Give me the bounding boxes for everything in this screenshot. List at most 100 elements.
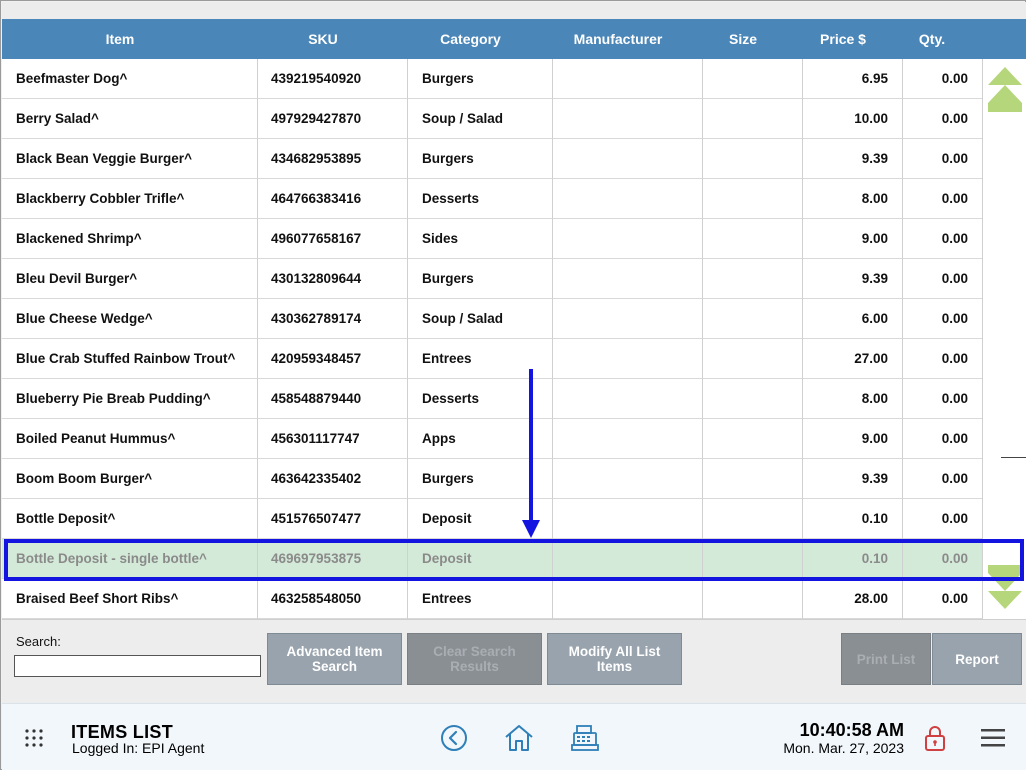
cell-sku: 430362789174	[271, 311, 362, 326]
cell-item: Beefmaster Dog^	[16, 71, 128, 86]
col-header-size[interactable]: Size	[693, 19, 793, 59]
scroll-up-button[interactable]	[983, 63, 1026, 113]
cell-manufacturer	[562, 379, 702, 419]
cell-size	[712, 139, 802, 179]
table-row[interactable]: Beefmaster Dog^ 439219540920 Burgers 6.95 0.…	[2, 59, 982, 99]
register-button[interactable]	[570, 723, 600, 758]
col-header-category[interactable]: Category	[398, 19, 543, 59]
cell-sku: 420959348457	[271, 351, 362, 366]
print-list-button[interactable]: Print List	[841, 633, 931, 685]
table-row[interactable]: Blue Cheese Wedge^ 430362789174 Soup / Sal…	[2, 299, 982, 339]
cell-item: Bottle Deposit^	[16, 511, 116, 526]
app-window: Item SKU Category Manufacturer Size Pric…	[0, 0, 1026, 770]
cell-size	[712, 179, 802, 219]
cell-price: 9.00	[861, 231, 888, 246]
cell-price: 9.39	[861, 471, 888, 486]
col-header-manufacturer[interactable]: Manufacturer	[543, 19, 693, 59]
clear-search-results-button[interactable]: Clear Search Results	[407, 633, 542, 685]
cell-item: Blue Cheese Wedge^	[16, 311, 153, 326]
cell-qty: 0.00	[941, 71, 968, 86]
scroll-thumb-marker[interactable]	[1001, 457, 1026, 458]
search-label: Search:	[16, 634, 61, 649]
cell-manufacturer	[562, 259, 702, 299]
cell-size	[712, 579, 802, 619]
col-header-qty[interactable]: Qty.	[892, 19, 972, 59]
cell-item: Bleu Devil Burger^	[16, 271, 138, 286]
cell-qty: 0.00	[941, 311, 968, 326]
cell-sku: 463642335402	[271, 471, 362, 486]
cell-category: Entrees	[422, 591, 472, 606]
column-divider	[407, 59, 408, 619]
cell-manufacturer	[562, 299, 702, 339]
cell-sku: 430132809644	[271, 271, 362, 286]
cell-category: Desserts	[422, 191, 480, 206]
table-row[interactable]: Blackberry Cobbler Trifle^ 464766383416 De…	[2, 179, 982, 219]
cell-size	[712, 539, 802, 579]
cell-qty: 0.00	[941, 271, 968, 286]
cell-manufacturer	[562, 139, 702, 179]
scroll-down-icon	[988, 565, 1022, 609]
cell-sku: 469697953875	[271, 551, 362, 566]
column-divider	[902, 59, 903, 619]
scroll-down-button[interactable]	[983, 561, 1026, 611]
grid-menu-button[interactable]	[24, 728, 44, 753]
col-header-item[interactable]: Item	[2, 19, 238, 59]
cell-sku: 496077658167	[271, 231, 362, 246]
cell-item: Black Bean Veggie Burger^	[16, 151, 192, 166]
cell-manufacturer	[562, 539, 702, 579]
main-menu-button[interactable]	[981, 729, 1005, 752]
search-input[interactable]	[14, 655, 261, 677]
table-row[interactable]: Bottle Deposit^ 451576507477 Deposit 0.10 0.…	[2, 499, 982, 539]
col-header-price[interactable]: Price $	[802, 19, 884, 59]
cell-price: 27.00	[854, 351, 888, 366]
lock-button[interactable]	[924, 724, 946, 757]
cell-size	[712, 339, 802, 379]
cell-manufacturer	[562, 219, 702, 259]
cell-item: Blueberry Pie Breab Pudding^	[16, 391, 211, 406]
cell-size	[712, 219, 802, 259]
table-row[interactable]: Bottle Deposit - single bottle^ 469697953…	[2, 539, 982, 579]
table-row[interactable]: Blackened Shrimp^ 496077658167 Sides 9.00 0.…	[2, 219, 982, 259]
modify-all-list-items-button[interactable]: Modify All List Items	[547, 633, 682, 685]
lock-icon	[925, 726, 945, 751]
cell-price: 28.00	[854, 591, 888, 606]
cell-item: Boom Boom Burger^	[16, 471, 153, 486]
back-circle-icon	[441, 725, 467, 751]
cell-sku: 451576507477	[271, 511, 362, 526]
col-header-sku[interactable]: SKU	[258, 19, 388, 59]
cell-size	[712, 259, 802, 299]
cell-sku: 458548879440	[271, 391, 362, 406]
cell-qty: 0.00	[941, 511, 968, 526]
back-button[interactable]	[440, 724, 468, 757]
cell-size	[712, 379, 802, 419]
cell-item: Braised Beef Short Ribs^	[16, 591, 179, 606]
table-row[interactable]: Black Bean Veggie Burger^ 434682953895 Bur…	[2, 139, 982, 179]
annotation-arrow-head	[522, 520, 540, 538]
table-row[interactable]: Boom Boom Burger^ 463642335402 Burgers 9.39…	[2, 459, 982, 499]
home-button[interactable]	[503, 723, 535, 758]
clock-time: 10:40:58 AM	[799, 720, 904, 740]
table-row[interactable]: Berry Salad^ 497929427870 Soup / Salad 10.0…	[2, 99, 982, 139]
table-row[interactable]: Boiled Peanut Hummus^ 456301117747 Apps 9.0…	[2, 419, 982, 459]
report-button[interactable]: Report	[932, 633, 1022, 685]
cell-price: 9.00	[861, 431, 888, 446]
table-header: Item SKU Category Manufacturer Size Pric…	[2, 19, 1026, 59]
cell-manufacturer	[562, 179, 702, 219]
cell-qty: 0.00	[941, 151, 968, 166]
cell-sku: 434682953895	[271, 151, 362, 166]
table-row[interactable]: Bleu Devil Burger^ 430132809644 Burgers 9.3…	[2, 259, 982, 299]
cell-item: Blue Crab Stuffed Rainbow Trout^	[16, 351, 236, 366]
table-row[interactable]: Blue Crab Stuffed Rainbow Trout^ 42095934…	[2, 339, 982, 379]
cell-item: Berry Salad^	[16, 111, 99, 126]
cell-qty: 0.00	[941, 351, 968, 366]
table-row[interactable]: Braised Beef Short Ribs^ 463258548050 Entr…	[2, 579, 982, 619]
advanced-item-search-button[interactable]: Advanced Item Search	[267, 633, 402, 685]
table-row[interactable]: Blueberry Pie Breab Pudding^ 458548879440…	[2, 379, 982, 419]
clock-date: Mon. Mar. 27, 2023	[783, 740, 904, 756]
cell-item: Bottle Deposit - single bottle^	[16, 551, 207, 566]
cell-manufacturer	[562, 499, 702, 539]
cell-price: 6.95	[861, 71, 888, 86]
bottom-toolbar: Search: Advanced Item Search Clear Searc…	[2, 619, 1026, 703]
cell-size	[712, 59, 802, 99]
cell-qty: 0.00	[941, 471, 968, 486]
